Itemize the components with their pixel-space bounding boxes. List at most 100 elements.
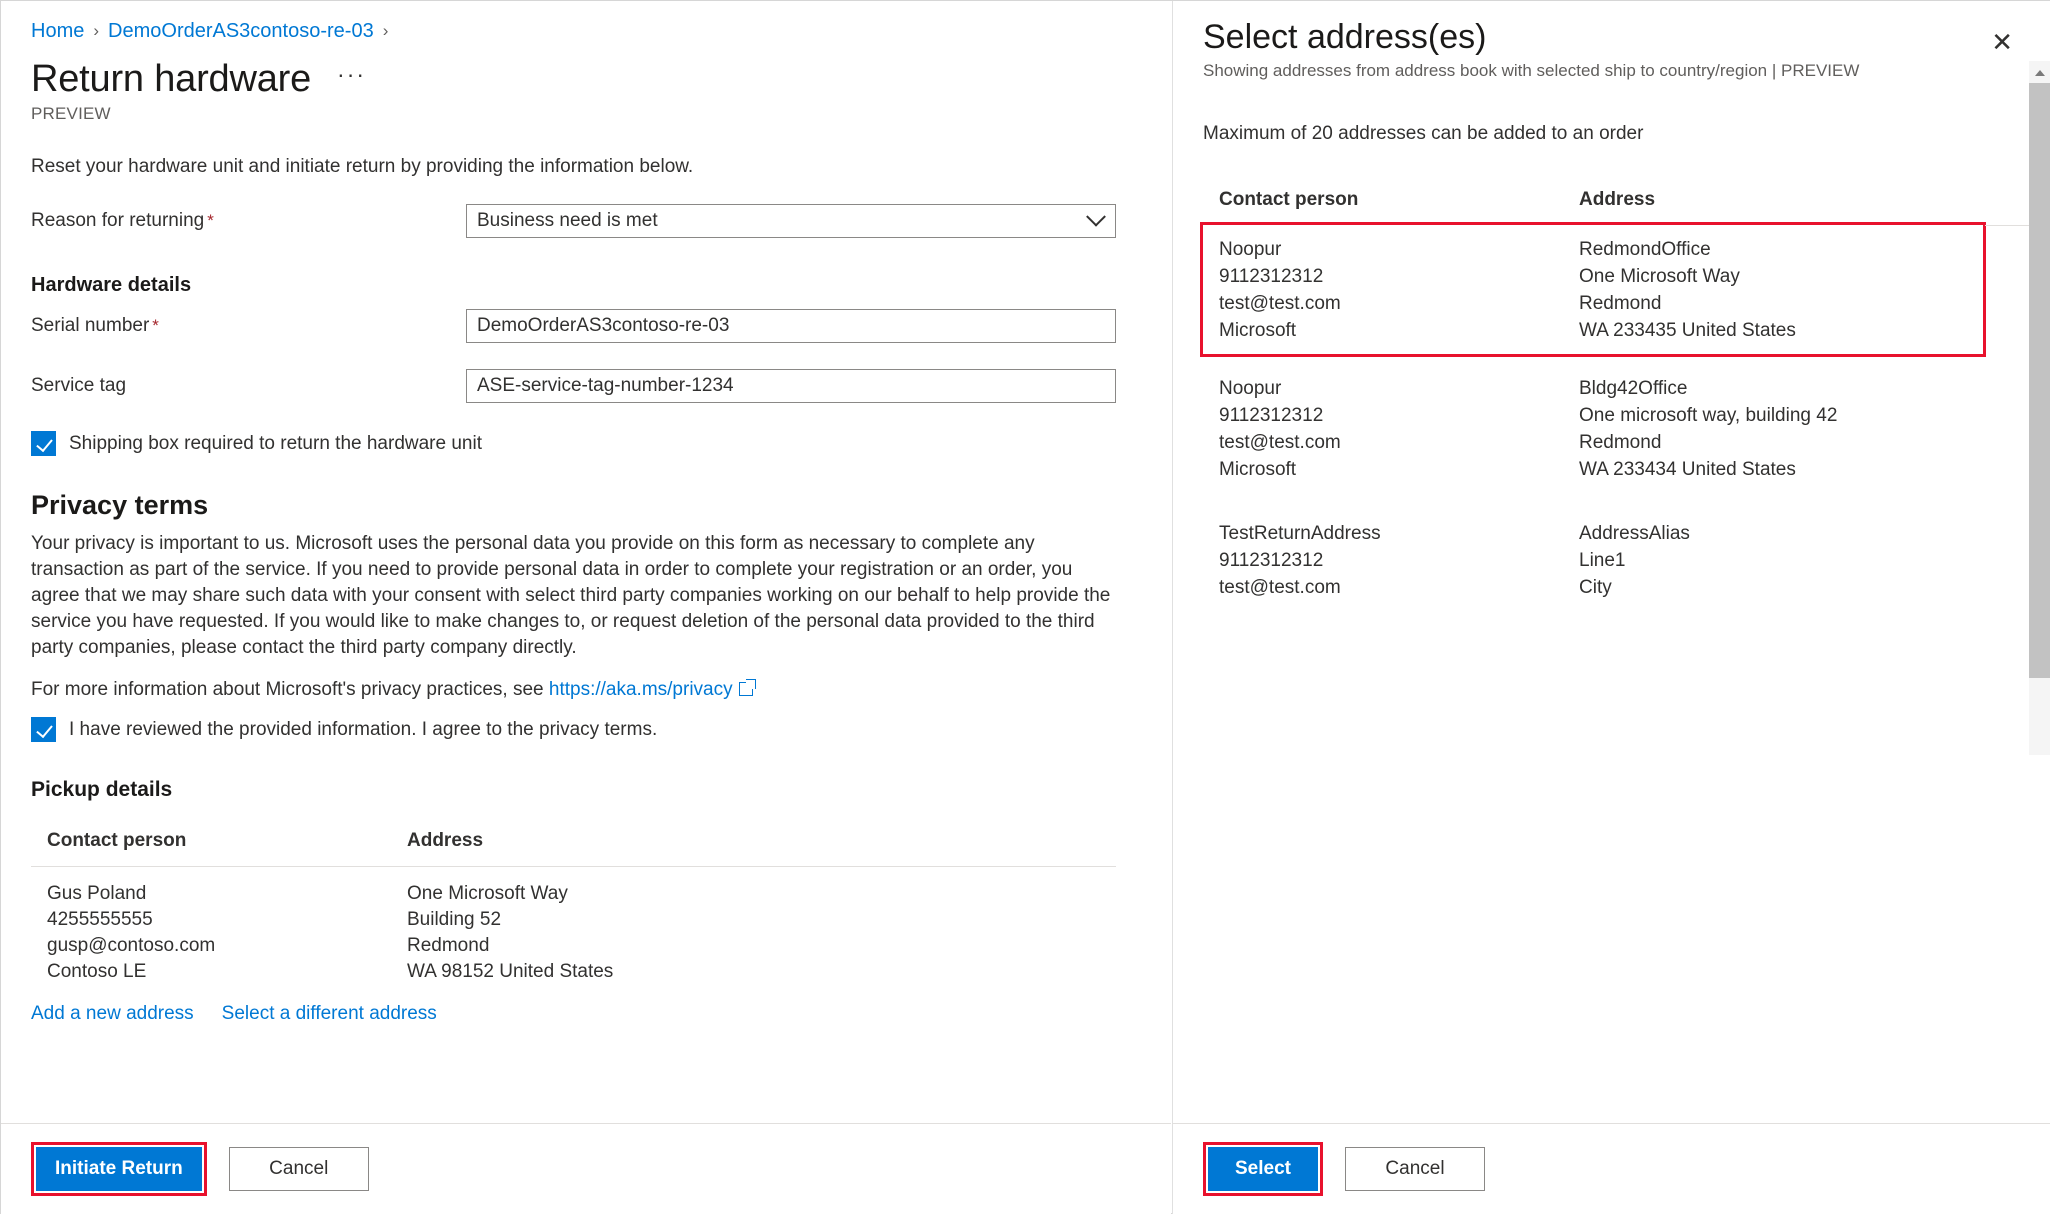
panel-note: Maximum of 20 addresses can be added to … — [1203, 123, 1644, 144]
app-root: Home › DemoOrderAS3contoso-re-03 › Retur… — [0, 0, 2050, 1214]
privacy-consent-checkbox[interactable] — [31, 717, 56, 742]
table-row[interactable]: Noopur 9112312312 test@test.com Microsof… — [1200, 222, 2043, 357]
pickup-contact-line: 4255555555 — [47, 909, 153, 930]
address-contact-cell: TestReturnAddress 9112312312 test@test.c… — [1219, 520, 1579, 601]
serial-number-value: DemoOrderAS3contoso-re-03 — [477, 315, 730, 336]
privacy-consent-label: I have reviewed the provided information… — [69, 718, 658, 740]
required-indicator-serial: * — [152, 316, 159, 335]
address-header-contact: Contact person — [1219, 189, 1359, 210]
address-action-links: Add a new address Select a different add… — [31, 1003, 1141, 1025]
select-button[interactable]: Select — [1208, 1146, 1318, 1191]
address-contact-line: Noopur — [1219, 378, 1282, 399]
external-link-icon — [738, 679, 756, 696]
address-address-line: Line1 — [1579, 550, 1626, 571]
reason-label: Reason for returning * — [31, 210, 466, 232]
privacy-more-info: For more information about Microsoft's p… — [31, 679, 1141, 701]
pickup-address-line: One Microsoft Way — [407, 883, 568, 904]
initiate-return-button[interactable]: Initiate Return — [36, 1146, 202, 1191]
page-title-row: Return hardware ··· — [31, 55, 1141, 103]
scrollbar-thumb[interactable] — [2029, 83, 2050, 678]
address-address-cell: AddressAlias Line1 City — [1579, 520, 1690, 601]
privacy-terms-heading: Privacy terms — [31, 490, 209, 520]
privacy-link[interactable]: https://aka.ms/privacy — [549, 679, 733, 700]
address-contact-line: Noopur — [1219, 239, 1282, 260]
privacy-paragraph: Your privacy is important to us. Microso… — [31, 533, 1111, 658]
address-contact-cell: Noopur 9112312312 test@test.com Microsof… — [1219, 236, 1579, 344]
panel-title-row: Select address(es) Showing addresses fro… — [1203, 15, 2023, 81]
shipping-box-checkbox[interactable] — [31, 431, 56, 456]
address-contact-line: 9112312312 — [1219, 266, 1324, 287]
breadcrumb-chevron-icon: › — [93, 21, 100, 40]
address-address-line: City — [1579, 577, 1612, 598]
reason-dropdown[interactable]: Business need is met — [466, 204, 1116, 238]
scroll-up-arrow-icon[interactable] — [2029, 61, 2050, 83]
shipping-box-label: Shipping box required to return the hard… — [69, 432, 482, 454]
reason-for-returning-row: Reason for returning * Business need is m… — [31, 204, 1141, 238]
select-highlight: Select — [1203, 1141, 1323, 1196]
select-different-address-link[interactable]: Select a different address — [222, 1003, 437, 1025]
table-row[interactable]: Gus Poland 4255555555 gusp@contoso.com C… — [31, 867, 1116, 995]
table-row[interactable]: TestReturnAddress 9112312312 test@test.c… — [1203, 509, 1983, 611]
panel-title: Select address(es) — [1203, 18, 1487, 56]
breadcrumb-chevron-icon-2: › — [382, 21, 389, 40]
pickup-details-table: Contact person Address Gus Poland 425555… — [31, 824, 1116, 995]
pickup-contact-line: Contoso LE — [47, 961, 147, 982]
more-options-icon[interactable]: ··· — [333, 61, 370, 97]
left-cancel-button[interactable]: Cancel — [228, 1146, 369, 1191]
address-header-address: Address — [1579, 189, 1656, 210]
close-icon[interactable]: ✕ — [1981, 21, 2023, 63]
table-row[interactable]: Noopur 9112312312 test@test.com Microsof… — [1203, 364, 1983, 493]
serial-number-input[interactable]: DemoOrderAS3contoso-re-03 — [466, 309, 1116, 343]
page-title: Return hardware — [31, 58, 312, 100]
serial-label-text: Serial number — [31, 315, 150, 336]
address-contact-cell: Noopur 9112312312 test@test.com Microsof… — [1219, 375, 1579, 483]
breadcrumb-home[interactable]: Home — [31, 20, 84, 43]
pickup-header-contact: Contact person — [47, 830, 187, 851]
chevron-down-icon — [1086, 206, 1106, 227]
service-tag-input[interactable]: ASE-service-tag-number-1234 — [466, 369, 1116, 403]
address-address-line: RedmondOffice — [1579, 239, 1711, 260]
pickup-header-address: Address — [407, 830, 484, 851]
address-address-cell: RedmondOffice One Microsoft Way Redmond … — [1579, 236, 1796, 344]
address-contact-line: Microsoft — [1219, 459, 1297, 480]
address-address-line: Redmond — [1579, 293, 1662, 314]
left-footer-actions: Initiate Return Cancel — [1, 1123, 1171, 1213]
preview-badge: PREVIEW — [31, 104, 111, 123]
breadcrumb-order[interactable]: DemoOrderAS3contoso-re-03 — [108, 20, 374, 43]
pickup-contact-line: Gus Poland — [47, 883, 147, 904]
breadcrumb: Home › DemoOrderAS3contoso-re-03 › — [31, 15, 1141, 47]
required-indicator: * — [207, 211, 214, 230]
serial-number-row: Serial number * DemoOrderAS3contoso-re-03 — [31, 309, 1141, 343]
serial-label: Serial number * — [31, 315, 466, 337]
right-footer-actions: Select Cancel — [1172, 1123, 2050, 1213]
pickup-address-cell: One Microsoft Way Building 52 Redmond WA… — [407, 881, 613, 985]
return-hardware-blade: Home › DemoOrderAS3contoso-re-03 › Retur… — [1, 1, 1171, 1214]
select-addresses-panel: Select address(es) Showing addresses fro… — [1172, 1, 2050, 1214]
reason-label-text: Reason for returning — [31, 210, 205, 231]
address-contact-line: 9112312312 — [1219, 550, 1324, 571]
address-table-header: Contact person Address — [1203, 189, 1983, 225]
address-address-line: One microsoft way, building 42 — [1579, 405, 1838, 426]
address-contact-line: TestReturnAddress — [1219, 523, 1381, 544]
address-contact-line: test@test.com — [1219, 293, 1341, 314]
pickup-contact-cell: Gus Poland 4255555555 gusp@contoso.com C… — [47, 881, 407, 985]
panel-scrollbar[interactable] — [2029, 61, 2050, 755]
address-contact-line: test@test.com — [1219, 577, 1341, 598]
hardware-details-heading: Hardware details — [31, 274, 192, 296]
address-address-line: Redmond — [1579, 432, 1662, 453]
right-cancel-button[interactable]: Cancel — [1345, 1146, 1485, 1191]
address-table: Contact person Address Noopur 9112312312… — [1200, 189, 2043, 611]
pickup-address-line: WA 98152 United States — [407, 961, 614, 982]
service-tag-row: Service tag ASE-service-tag-number-1234 — [31, 369, 1141, 403]
address-address-line: One Microsoft Way — [1579, 266, 1740, 287]
address-contact-line: 9112312312 — [1219, 405, 1324, 426]
service-tag-value: ASE-service-tag-number-1234 — [477, 375, 734, 396]
shipping-box-checkbox-row[interactable]: Shipping box required to return the hard… — [31, 431, 1141, 456]
privacy-consent-row[interactable]: I have reviewed the provided information… — [31, 717, 1141, 742]
address-address-line: Bldg42Office — [1579, 378, 1688, 399]
address-address-line: WA 233435 United States — [1579, 320, 1796, 341]
address-address-cell: Bldg42Office One microsoft way, building… — [1579, 375, 1837, 483]
address-contact-line: test@test.com — [1219, 432, 1341, 453]
add-new-address-link[interactable]: Add a new address — [31, 1003, 194, 1025]
reason-selected-value: Business need is met — [477, 210, 658, 231]
